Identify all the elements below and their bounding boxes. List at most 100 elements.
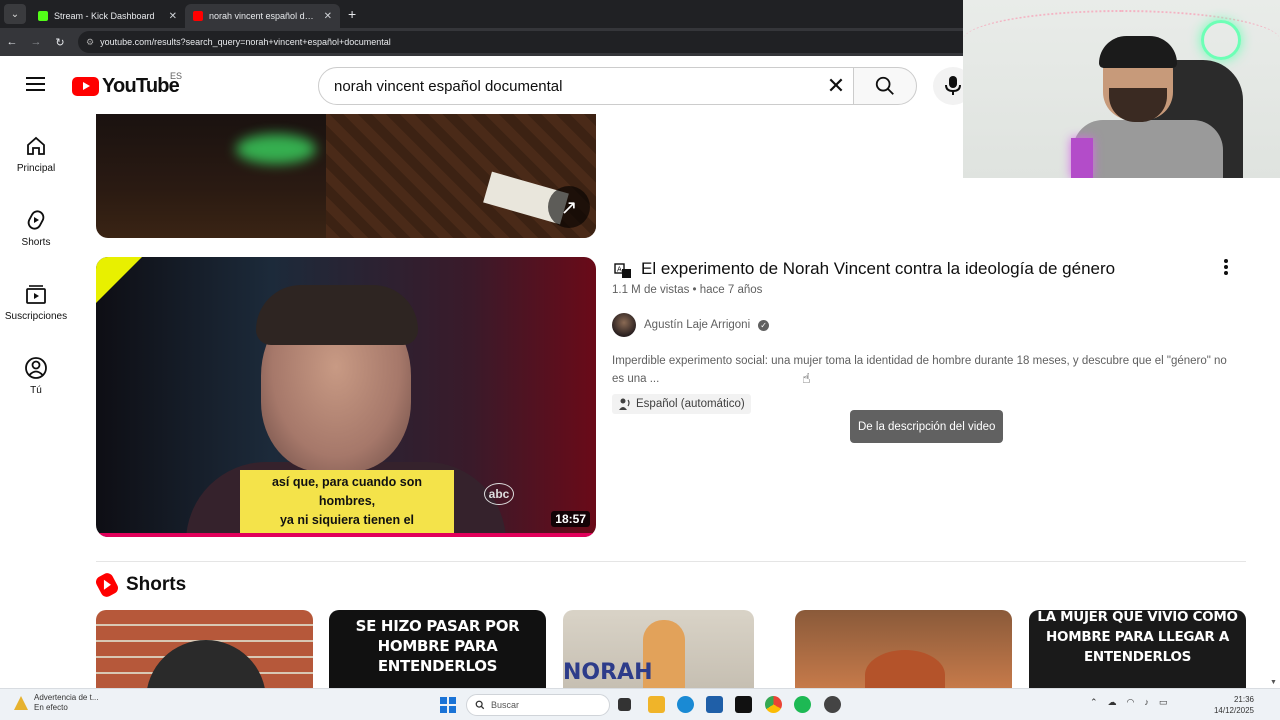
system-tray: ⌃ ☁ ◠ ♪ ▭	[1090, 697, 1167, 708]
sidebar-item-label: Principal	[16, 163, 56, 174]
short-card[interactable]: LA MUJER QUE VIVIÓ COMO HOMBRE PARA LLEG…	[1029, 610, 1246, 688]
search-box[interactable]: norah vincent español documental ✕	[318, 67, 854, 105]
channel-link[interactable]: Agustín Laje Arrigoni ✓	[612, 313, 770, 337]
streamer-beanie	[1099, 36, 1177, 68]
short-person-image	[146, 640, 266, 688]
chevron-up-icon[interactable]: ⌃	[1090, 697, 1098, 708]
previous-video-thumbnail[interactable]	[96, 114, 596, 238]
cloud-icon[interactable]: ☁	[1108, 697, 1117, 708]
tab-search-button[interactable]: ⌄	[4, 4, 26, 24]
volume-icon[interactable]: ♪	[1144, 697, 1149, 708]
mini-sidebar: Principal Shorts Suscripciones Tú	[0, 114, 72, 410]
taskbar-search-placeholder: Buscar	[491, 700, 520, 710]
tab-youtube[interactable]: norah vincent español documental - YouTu…	[185, 4, 340, 28]
reload-icon[interactable]: ↻	[48, 36, 72, 49]
short-card[interactable]	[96, 610, 313, 688]
close-tab-icon[interactable]: ✕	[169, 11, 177, 22]
search-icon	[875, 76, 894, 95]
audio-chip-label: Español (automático)	[636, 398, 745, 410]
sidebar-item-label: Shorts	[21, 237, 51, 248]
battery-icon[interactable]: ▭	[1159, 697, 1168, 708]
short-overlay-text: NORAH	[563, 660, 653, 685]
shorts-icon	[27, 210, 45, 230]
forward-icon[interactable]: →	[24, 36, 48, 48]
search-button[interactable]	[853, 67, 917, 105]
spotify-icon[interactable]	[794, 696, 811, 713]
taskbar-search[interactable]: Buscar	[466, 694, 610, 716]
sidebar-item-label: Tú	[30, 385, 42, 396]
more-options-icon[interactable]	[1218, 256, 1234, 278]
weather-widget[interactable]: Advertencia de t... En efecto	[14, 693, 98, 713]
close-tab-icon[interactable]: ✕	[324, 11, 332, 22]
channel-name[interactable]: Agustín Laje Arrigoni	[644, 319, 750, 331]
search-icon	[475, 700, 485, 710]
hand-cursor-icon: ☝	[802, 370, 811, 386]
short-overlay-text: SE HIZO PASAR POR HOMBRE PARA ENTENDERLO…	[355, 617, 520, 675]
sidebar-item-shorts[interactable]: Shorts	[0, 188, 72, 262]
open-external-icon[interactable]: ↗	[548, 186, 590, 228]
speaker-person-icon	[619, 398, 630, 410]
shorts-heading: Shorts	[93, 571, 186, 599]
site-info-icon[interactable]: ⚙	[86, 37, 94, 48]
short-overlay-text: LA MUJER QUE VIVIÓ COMO HOMBRE PARA LLEG…	[1037, 610, 1238, 665]
watch-progress-bar	[96, 533, 596, 537]
video-title[interactable]: El experimento de Norah Vincent contra l…	[641, 259, 1115, 279]
you-icon	[25, 357, 47, 379]
tooltip: De la descripción del video	[850, 410, 1004, 443]
webcam-overlay	[963, 0, 1280, 178]
translate-icon: A	[614, 263, 631, 278]
store-icon[interactable]	[706, 696, 723, 713]
section-divider	[96, 561, 1246, 562]
svg-text:A: A	[617, 266, 622, 274]
task-view-icon[interactable]	[618, 698, 631, 711]
green-light	[236, 134, 316, 164]
new-tab-button[interactable]: +	[348, 6, 356, 22]
obs-icon[interactable]	[824, 696, 841, 713]
file-explorer-icon[interactable]	[648, 696, 665, 713]
wifi-icon[interactable]: ◠	[1127, 697, 1135, 708]
video-duration: 18:57	[551, 511, 590, 527]
thumbnail-caption: así que, para cuando son hombres, ya ni …	[240, 470, 454, 537]
video-thumbnail[interactable]: así que, para cuando son hombres, ya ni …	[96, 257, 596, 537]
weather-title: Advertencia de t...	[34, 693, 99, 702]
subscriptions-icon	[26, 285, 46, 304]
sidebar-item-subscriptions[interactable]: Suscripciones	[0, 262, 72, 336]
tab-label: Stream - Kick Dashboard	[54, 11, 155, 21]
clock-time: 21:36	[1233, 695, 1254, 704]
chrome-icon[interactable]	[765, 696, 782, 713]
short-card[interactable]	[795, 610, 1012, 688]
kick-favicon-icon	[38, 11, 48, 21]
caption-line: así que, para cuando son hombres,	[271, 475, 423, 508]
video-description: Imperdible experimento social: una mujer…	[612, 355, 1227, 385]
weather-status: En efecto	[34, 703, 68, 712]
channel-avatar[interactable]	[612, 313, 636, 337]
neon-sign	[1201, 20, 1241, 60]
short-card[interactable]: SE HIZO PASAR POR HOMBRE PARA ENTENDERLO…	[329, 610, 546, 688]
youtube-play-icon	[72, 77, 99, 96]
taskbar-clock[interactable]: 21:36 14/12/2025	[1206, 694, 1254, 716]
short-card[interactable]: NORAH	[563, 610, 754, 688]
menu-icon[interactable]	[26, 77, 45, 91]
sidebar-item-principal[interactable]: Principal	[0, 114, 72, 188]
clock-date: 14/12/2025	[1213, 706, 1254, 715]
clear-search-icon[interactable]: ✕	[819, 73, 853, 99]
abc-logo: abc	[484, 483, 514, 505]
sidebar-item-you[interactable]: Tú	[0, 336, 72, 410]
windows-start-icon[interactable]	[440, 697, 456, 713]
warning-icon	[14, 696, 28, 710]
youtube-logo[interactable]: YouTube ES	[72, 71, 182, 98]
country-code: ES	[170, 71, 183, 81]
scrollbar-down-arrow-icon[interactable]: ▼	[1270, 679, 1277, 686]
app-y-icon[interactable]	[735, 696, 752, 713]
youtube-favicon-icon	[193, 11, 203, 21]
edge-icon[interactable]	[677, 696, 694, 713]
thumbnail-corner-badge	[96, 257, 142, 303]
search-input[interactable]: norah vincent español documental	[334, 78, 819, 95]
home-icon	[27, 136, 45, 155]
url-text: youtube.com/results?search_query=norah+v…	[100, 37, 391, 47]
tab-label: norah vincent español documental - YouTu…	[209, 11, 318, 21]
tab-kick[interactable]: Stream - Kick Dashboard ✕	[30, 4, 185, 28]
sidebar-item-label: Suscripciones	[4, 311, 68, 322]
back-icon[interactable]: ←	[0, 36, 24, 48]
logo-text: YouTube	[102, 75, 180, 97]
